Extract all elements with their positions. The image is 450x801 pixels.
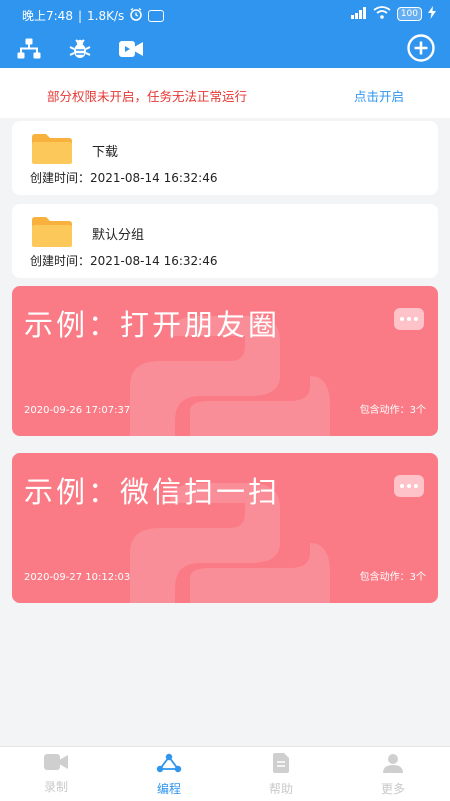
task-card[interactable]: 示例：微信扫一扫 2020-09-27 10:12:03 包含动作：3个	[12, 453, 438, 603]
nav-label: 帮助	[268, 782, 293, 796]
nav-label: 录制	[43, 780, 68, 794]
nav-label: 编程	[156, 782, 181, 796]
task-title: 示例：微信扫一扫	[24, 475, 281, 509]
folder-icon	[32, 133, 72, 165]
task-title: 示例：打开朋友圈	[24, 308, 281, 342]
nav-label: 更多	[380, 782, 405, 796]
status-network-speed: 1.8K/s	[87, 8, 125, 23]
enable-permission-link[interactable]: 点击开启	[354, 86, 404, 105]
cell-signal-icon	[350, 6, 367, 22]
task-action-count: 包含动作：3个	[359, 405, 426, 416]
folder-name: 默认分组	[92, 228, 145, 243]
folder-card[interactable]: 下载 创建时间：2021-08-14 16:32:46	[12, 121, 438, 195]
permission-notice: 部分权限未开启，任务无法正常运行 点击开启	[0, 68, 450, 118]
task-date: 2020-09-26 17:07:37	[24, 405, 131, 416]
video-camera-icon	[43, 753, 69, 775]
wifi-icon	[373, 6, 391, 22]
more-options-button[interactable]	[394, 475, 424, 497]
task-date: 2020-09-27 10:12:03	[24, 572, 131, 583]
folder-created-time: 创建时间：2021-08-14 16:32:46	[30, 171, 218, 185]
alarm-icon	[129, 7, 143, 24]
folder-card[interactable]: 默认分组 创建时间：2021-08-14 16:32:46	[12, 204, 438, 278]
status-bar: 晚上7:48 | 1.8K/s 100	[0, 0, 450, 30]
bug-icon[interactable]	[67, 36, 93, 62]
nav-item-more[interactable]: 更多	[363, 753, 423, 797]
add-circle-icon[interactable]	[406, 33, 436, 63]
bottom-navigation: 录制 编程 帮助 更多	[0, 746, 450, 801]
status-time: 晚上7:48	[22, 9, 73, 23]
nav-item-help[interactable]: 帮助	[251, 753, 311, 797]
share-nodes-icon	[156, 753, 182, 777]
video-camera-icon[interactable]	[118, 36, 144, 62]
nav-item-record[interactable]: 录制	[26, 753, 86, 797]
more-options-button[interactable]	[394, 308, 424, 330]
person-icon	[382, 753, 404, 777]
folder-icon	[32, 216, 72, 248]
folder-created-time: 创建时间：2021-08-14 16:32:46	[30, 254, 218, 268]
battery-icon: 100	[396, 7, 422, 21]
permission-warning-text: 部分权限未开启，任务无法正常运行	[47, 89, 248, 104]
document-icon	[272, 753, 290, 777]
folder-name: 下载	[92, 145, 119, 160]
top-toolbar	[0, 30, 450, 68]
app-notification-icon	[148, 9, 165, 22]
flowchart-icon[interactable]	[16, 36, 42, 62]
task-action-count: 包含动作：3个	[359, 572, 426, 583]
task-card[interactable]: 示例：打开朋友圈 2020-09-26 17:07:37 包含动作：3个	[12, 286, 438, 436]
charging-icon	[428, 6, 436, 22]
nav-item-programming[interactable]: 编程	[139, 753, 199, 797]
